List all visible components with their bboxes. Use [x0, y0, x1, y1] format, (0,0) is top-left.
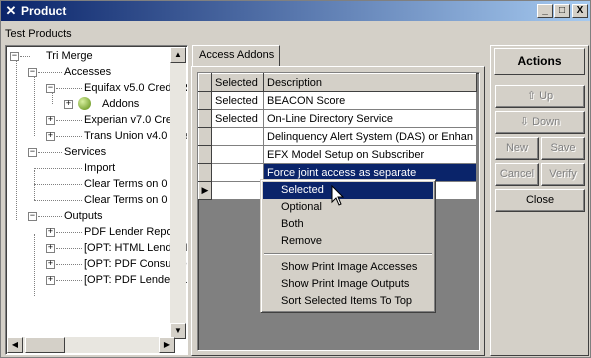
scroll-left-icon[interactable]: ◀ — [7, 337, 23, 353]
row-indicator[interactable] — [198, 145, 212, 164]
maximize-button[interactable]: □ — [554, 4, 570, 18]
menu-item-sort-selected[interactable]: Sort Selected Items To Top — [263, 293, 433, 310]
expand-output-2-icon[interactable]: + — [46, 244, 55, 253]
column-header-selected[interactable]: Selected — [211, 73, 264, 92]
tab-access-addons[interactable]: Access Addons — [192, 45, 280, 67]
menu-separator — [264, 253, 432, 255]
row-indicator[interactable] — [198, 127, 212, 146]
collapse-accesses-icon[interactable]: − — [28, 68, 37, 77]
title-bar: ✕ Product _ □ X — [1, 1, 590, 21]
product-window: ✕ Product _ □ X Test Products − Tri Merg… — [0, 0, 591, 358]
product-name-label: Test Products — [5, 28, 72, 40]
up-button[interactable]: ⇧ Up — [495, 85, 585, 108]
cell-selected[interactable] — [211, 163, 264, 182]
arrow-down-icon: ⇩ — [519, 116, 530, 128]
cell-description[interactable]: On-Line Directory Service — [263, 109, 478, 128]
row-indicator[interactable] — [198, 163, 212, 182]
row-indicator-header — [198, 73, 212, 92]
down-button[interactable]: ⇩ Down — [495, 111, 585, 134]
cell-selected[interactable] — [211, 181, 264, 200]
collapse-outputs-icon[interactable]: − — [28, 212, 37, 221]
tree-node-outputs[interactable]: Outputs — [64, 209, 103, 223]
scroll-thumb[interactable] — [25, 337, 65, 353]
tree-node-output-pdf-lender[interactable]: PDF Lender Report — [84, 225, 179, 239]
cell-description[interactable]: Delinquency Alert System (DAS) or Enhan — [263, 127, 478, 146]
menu-item-selected[interactable]: Selected — [263, 182, 433, 199]
scroll-right-icon[interactable]: ▶ — [159, 337, 175, 353]
tree-horizontal-scrollbar[interactable]: ◀ ▶ — [7, 337, 175, 353]
expand-output-3-icon[interactable]: + — [46, 260, 55, 269]
column-header-description[interactable]: Description — [262, 73, 478, 92]
table-row[interactable]: Selected On-Line Directory Service — [198, 109, 478, 128]
grid-header-row: Selected Description — [198, 73, 478, 92]
up-label: Up — [539, 90, 554, 102]
tree-node-accesses[interactable]: Accesses — [64, 65, 111, 79]
menu-item-show-print-image-accesses[interactable]: Show Print Image Accesses — [263, 259, 433, 276]
cancel-button[interactable]: Cancel — [495, 163, 539, 186]
table-row[interactable]: Selected BEACON Score — [198, 91, 478, 110]
arrow-up-icon: ⇧ — [526, 90, 537, 102]
row-indicator[interactable] — [198, 91, 212, 110]
context-menu: Selected Optional Both Remove Show Print… — [260, 179, 436, 313]
tree-node-addons[interactable]: Addons — [102, 97, 139, 111]
product-tree[interactable]: − Tri Merge − Accesses − Equifax v5.0 Cr… — [5, 45, 188, 355]
expand-output-1-icon[interactable]: + — [46, 228, 55, 237]
close-button[interactable]: Close — [495, 189, 585, 212]
close-window-button[interactable]: X — [572, 4, 588, 18]
new-button[interactable]: New — [495, 137, 539, 160]
expand-addons-icon[interactable]: + — [64, 100, 73, 109]
menu-item-remove[interactable]: Remove — [263, 233, 433, 250]
menu-item-both[interactable]: Both — [263, 216, 433, 233]
window-title: Product — [21, 4, 67, 18]
save-button[interactable]: Save — [541, 137, 585, 160]
cell-selected[interactable] — [211, 127, 264, 146]
minimize-button[interactable]: _ — [537, 4, 553, 18]
collapse-equifax-icon[interactable]: − — [46, 84, 55, 93]
tree-node-import[interactable]: Import — [84, 161, 115, 175]
mouse-cursor-icon — [331, 185, 345, 206]
current-row-arrow-icon[interactable]: ▶ — [198, 181, 212, 200]
addons-icon — [78, 97, 91, 110]
menu-item-show-print-image-outputs[interactable]: Show Print Image Outputs — [263, 276, 433, 293]
expand-output-4-icon[interactable]: + — [46, 276, 55, 285]
tree-vertical-scrollbar[interactable]: ▲ ▼ — [170, 47, 186, 339]
down-label: Down — [532, 116, 561, 128]
tree-node-services[interactable]: Services — [64, 145, 106, 159]
cell-selected[interactable] — [211, 145, 264, 164]
expand-experian-icon[interactable]: + — [46, 116, 55, 125]
actions-header: Actions — [494, 48, 585, 75]
menu-item-optional[interactable]: Optional — [263, 199, 433, 216]
verify-button[interactable]: Verify — [541, 163, 585, 186]
cell-selected[interactable]: Selected — [211, 91, 264, 110]
collapse-root-icon[interactable]: − — [10, 52, 19, 61]
collapse-services-icon[interactable]: − — [28, 148, 37, 157]
cell-description[interactable]: EFX Model Setup on Subscriber — [263, 145, 478, 164]
row-indicator[interactable] — [198, 109, 212, 128]
expand-transunion-icon[interactable]: + — [46, 132, 55, 141]
cell-description[interactable]: BEACON Score — [263, 91, 478, 110]
table-row[interactable]: Delinquency Alert System (DAS) or Enhan — [198, 127, 478, 146]
app-icon: ✕ — [5, 3, 17, 18]
cell-selected[interactable]: Selected — [211, 109, 264, 128]
tree-node-tri-merge[interactable]: Tri Merge — [46, 49, 93, 63]
table-row[interactable]: EFX Model Setup on Subscriber — [198, 145, 478, 164]
scroll-up-icon[interactable]: ▲ — [170, 47, 186, 63]
